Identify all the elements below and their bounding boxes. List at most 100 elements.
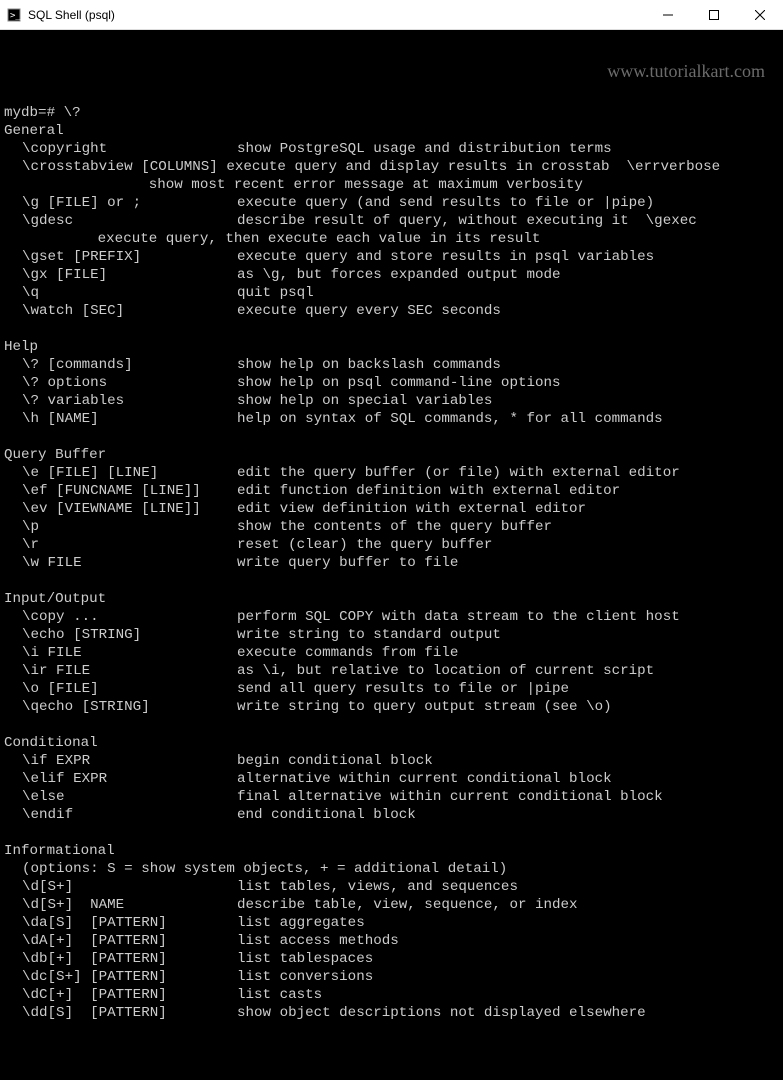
help-desc: list aggregates xyxy=(237,915,365,931)
prompt-line: mydb=# \? xyxy=(4,104,779,122)
section-title: Input/Output xyxy=(4,590,779,608)
help-cmd: \d[S+] xyxy=(22,878,237,896)
minimize-button[interactable] xyxy=(645,0,691,30)
help-row: \qquit psql xyxy=(4,284,779,302)
help-desc: list conversions xyxy=(237,969,373,985)
help-desc: write string to standard output xyxy=(237,627,501,643)
help-row: \? [commands]show help on backslash comm… xyxy=(4,356,779,374)
help-row: \pshow the contents of the query buffer xyxy=(4,518,779,536)
help-desc: describe table, view, sequence, or index xyxy=(237,897,578,913)
help-row: \dC[+] [PATTERN]list casts xyxy=(4,986,779,1004)
maximize-button[interactable] xyxy=(691,0,737,30)
help-row: \e [FILE] [LINE]edit the query buffer (o… xyxy=(4,464,779,482)
help-desc: edit view definition with external edito… xyxy=(237,501,586,517)
help-cmd: \dc[S+] [PATTERN] xyxy=(22,968,237,986)
help-cmd: \dC[+] [PATTERN] xyxy=(22,986,237,1004)
help-cmd: \h [NAME] xyxy=(22,410,237,428)
help-desc: help on syntax of SQL commands, * for al… xyxy=(237,411,663,427)
help-cmd: \? [commands] xyxy=(22,356,237,374)
help-desc: show PostgreSQL usage and distribution t… xyxy=(237,141,612,157)
help-desc: as \i, but relative to location of curre… xyxy=(237,663,654,679)
help-row: \dd[S] [PATTERN]show object descriptions… xyxy=(4,1004,779,1022)
help-row: \h [NAME]help on syntax of SQL commands,… xyxy=(4,410,779,428)
help-cmd: \da[S] [PATTERN] xyxy=(22,914,237,932)
help-cmd: \gdesc xyxy=(22,212,237,230)
help-desc: final alternative within current conditi… xyxy=(237,789,663,805)
help-desc: edit the query buffer (or file) with ext… xyxy=(237,465,680,481)
section-note: (options: S = show system objects, + = a… xyxy=(4,860,779,878)
help-row: \gdescdescribe result of query, without … xyxy=(4,212,779,230)
section-title: Help xyxy=(4,338,779,356)
help-cmd: \else xyxy=(22,788,237,806)
help-row: \ev [VIEWNAME [LINE]]edit view definitio… xyxy=(4,500,779,518)
help-row: \i FILEexecute commands from file xyxy=(4,644,779,662)
section-title: Conditional xyxy=(4,734,779,752)
help-cmd: \? variables xyxy=(22,392,237,410)
help-row: \qecho [STRING]write string to query out… xyxy=(4,698,779,716)
help-row: \d[S+]list tables, views, and sequences xyxy=(4,878,779,896)
help-desc: reset (clear) the query buffer xyxy=(237,537,492,553)
help-row: \ir FILEas \i, but relative to location … xyxy=(4,662,779,680)
help-row: \crosstabview [COLUMNS] execute query an… xyxy=(4,158,779,176)
help-cmd: \q xyxy=(22,284,237,302)
help-desc: write query buffer to file xyxy=(237,555,458,571)
help-cmd: \dd[S] [PATTERN] xyxy=(22,1004,237,1022)
help-cmd: \p xyxy=(22,518,237,536)
help-cmd: \echo [STRING] xyxy=(22,626,237,644)
help-cmd: \ef [FUNCNAME [LINE]] xyxy=(22,482,237,500)
help-cmd: \if EXPR xyxy=(22,752,237,770)
help-cmd: \ev [VIEWNAME [LINE]] xyxy=(22,500,237,518)
help-row: \watch [SEC]execute query every SEC seco… xyxy=(4,302,779,320)
help-desc: show help on special variables xyxy=(237,393,492,409)
help-desc: list tables, views, and sequences xyxy=(237,879,518,895)
help-desc: execute commands from file xyxy=(237,645,458,661)
help-cmd: \copy ... xyxy=(22,608,237,626)
help-desc: quit psql xyxy=(237,285,314,301)
help-cmd: \gset [PREFIX] xyxy=(22,248,237,266)
watermark-text: www.tutorialkart.com xyxy=(607,62,765,80)
help-row: \o [FILE]send all query results to file … xyxy=(4,680,779,698)
help-cmd: \qecho [STRING] xyxy=(22,698,237,716)
help-cmd: \ir FILE xyxy=(22,662,237,680)
help-desc: perform SQL COPY with data stream to the… xyxy=(237,609,680,625)
help-desc: end conditional block xyxy=(237,807,416,823)
help-cmd: \dA[+] [PATTERN] xyxy=(22,932,237,950)
help-row: \w FILEwrite query buffer to file xyxy=(4,554,779,572)
terminal-area[interactable]: www.tutorialkart.com mydb=# \?General\co… xyxy=(0,30,783,1080)
help-desc: show object descriptions not displayed e… xyxy=(237,1005,646,1021)
help-cmd: \watch [SEC] xyxy=(22,302,237,320)
help-row: \elif EXPRalternative within current con… xyxy=(4,770,779,788)
help-cmd: \r xyxy=(22,536,237,554)
help-row: \rreset (clear) the query buffer xyxy=(4,536,779,554)
help-row: \copy ...perform SQL COPY with data stre… xyxy=(4,608,779,626)
help-row: \copyrightshow PostgreSQL usage and dist… xyxy=(4,140,779,158)
help-desc: list access methods xyxy=(237,933,399,949)
help-desc: as \g, but forces expanded output mode xyxy=(237,267,561,283)
help-desc: show help on psql command-line options xyxy=(237,375,561,391)
help-row: \? variablesshow help on special variabl… xyxy=(4,392,779,410)
help-row: \db[+] [PATTERN]list tablespaces xyxy=(4,950,779,968)
help-desc: execute query every SEC seconds xyxy=(237,303,501,319)
help-row: \ef [FUNCNAME [LINE]]edit function defin… xyxy=(4,482,779,500)
close-button[interactable] xyxy=(737,0,783,30)
help-desc: edit function definition with external e… xyxy=(237,483,620,499)
help-cmd: \endif xyxy=(22,806,237,824)
help-row: \d[S+] NAMEdescribe table, view, sequenc… xyxy=(4,896,779,914)
help-row: \endifend conditional block xyxy=(4,806,779,824)
section-title: General xyxy=(4,122,779,140)
help-row: \gx [FILE]as \g, but forces expanded out… xyxy=(4,266,779,284)
help-cmd: \o [FILE] xyxy=(22,680,237,698)
help-row: \elsefinal alternative within current co… xyxy=(4,788,779,806)
help-cmd: \i FILE xyxy=(22,644,237,662)
help-row: \gset [PREFIX]execute query and store re… xyxy=(4,248,779,266)
terminal-output: mydb=# \?General\copyrightshow PostgreSQ… xyxy=(4,86,779,1022)
help-continuation: execute query, then execute each value i… xyxy=(4,230,779,248)
help-cmd: \e [FILE] [LINE] xyxy=(22,464,237,482)
help-desc: show the contents of the query buffer xyxy=(237,519,552,535)
help-desc: list casts xyxy=(237,987,322,1003)
help-desc: alternative within current conditional b… xyxy=(237,771,612,787)
window-title: SQL Shell (psql) xyxy=(28,8,645,22)
help-row: \echo [STRING]write string to standard o… xyxy=(4,626,779,644)
section-title: Informational xyxy=(4,842,779,860)
help-row: \g [FILE] or ;execute query (and send re… xyxy=(4,194,779,212)
